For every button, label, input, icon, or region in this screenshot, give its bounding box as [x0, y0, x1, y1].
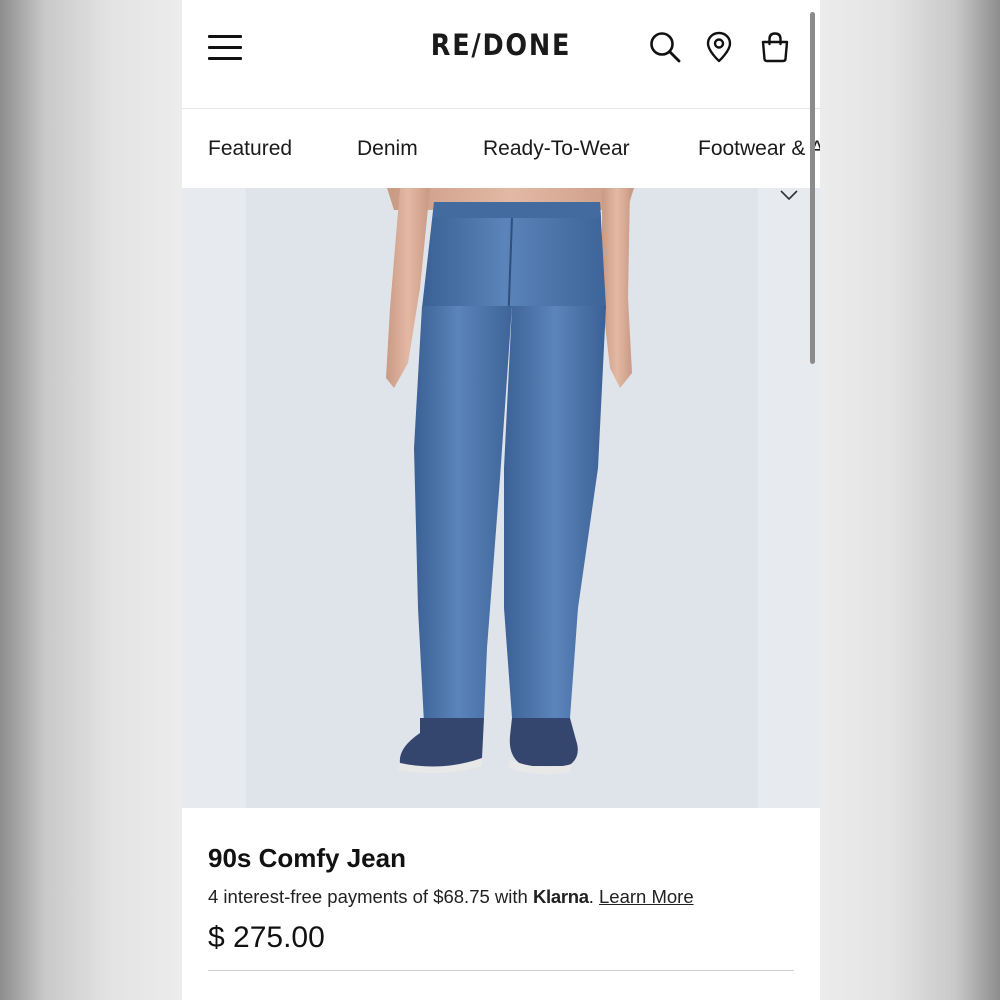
jeans-illustration	[386, 188, 634, 775]
nav-item-featured[interactable]: Featured	[208, 137, 292, 161]
klarna-brand: Klarna	[532, 886, 589, 907]
installment-info: 4 interest-free payments of $68.75 with …	[208, 886, 694, 908]
nav-item-footwear[interactable]: Footwear & A	[698, 137, 820, 161]
divider	[208, 970, 794, 971]
product-image[interactable]	[182, 188, 820, 808]
brand-logo[interactable]: RE/DONE	[220, 28, 781, 62]
scrollbar[interactable]	[810, 12, 815, 364]
heart-icon[interactable]	[778, 188, 800, 200]
left-backdrop	[0, 0, 182, 1000]
installment-period: .	[588, 886, 594, 907]
nav-item-denim[interactable]: Denim	[357, 137, 418, 161]
right-backdrop	[820, 0, 1000, 1000]
search-icon[interactable]	[648, 30, 682, 64]
shopping-bag-icon[interactable]	[758, 30, 792, 64]
learn-more-link[interactable]: Learn More	[599, 886, 694, 907]
installment-text: 4 interest-free payments of $68.75 with	[208, 886, 528, 907]
category-nav: Featured Denim Ready-To-Wear Footwear & …	[182, 110, 820, 188]
mobile-page: RE/DONE Featured Denim Ready-To-Wear Foo…	[182, 0, 820, 1000]
location-pin-icon[interactable]	[702, 30, 736, 64]
product-title: 90s Comfy Jean	[208, 843, 406, 873]
product-price: $ 275.00	[208, 921, 325, 954]
site-header: RE/DONE	[182, 0, 820, 109]
nav-item-ready-to-wear[interactable]: Ready-To-Wear	[483, 137, 630, 161]
